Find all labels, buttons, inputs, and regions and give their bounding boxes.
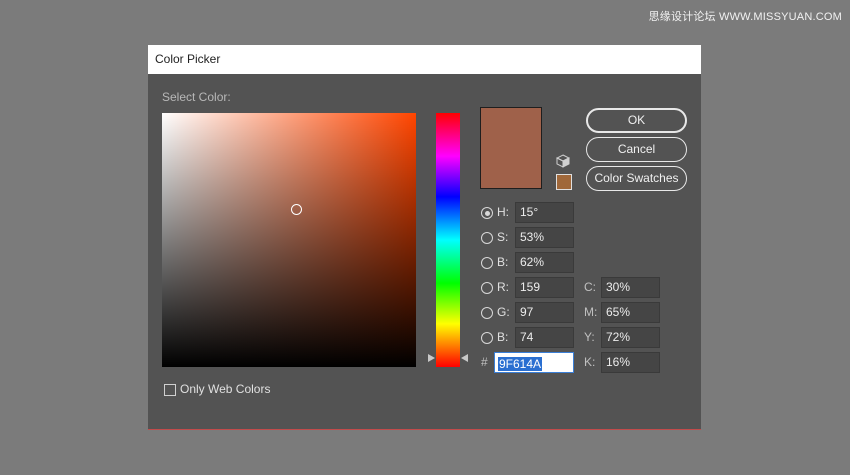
- web-safe-color-swatch[interactable]: [556, 174, 572, 190]
- hex-label: #: [481, 355, 488, 369]
- hue-slider[interactable]: [436, 113, 460, 367]
- hue-slider-right-arrow-icon[interactable]: [461, 354, 468, 362]
- hex-input[interactable]: 9F614A: [494, 352, 574, 373]
- hue-slider-left-arrow-icon[interactable]: [428, 354, 435, 362]
- color-picker-dialog: Color Picker Select Color: OK Cancel Col…: [148, 45, 701, 430]
- black-label: K:: [584, 355, 596, 369]
- only-web-colors-checkbox[interactable]: [164, 384, 176, 396]
- cyan-label: C:: [584, 280, 596, 294]
- color-swatches-button[interactable]: Color Swatches: [586, 166, 687, 191]
- magenta-label: M:: [584, 305, 598, 319]
- magenta-input[interactable]: 65%: [601, 302, 660, 323]
- hue-label: H:: [497, 205, 509, 219]
- dialog-title: Color Picker: [148, 45, 701, 74]
- color-preview-swatch: [480, 107, 542, 189]
- red-radio[interactable]: [481, 282, 493, 294]
- color-field-marker[interactable]: [291, 204, 302, 215]
- hex-input-value: 9F614A: [498, 357, 543, 371]
- watermark-text: 思缘设计论坛 WWW.MISSYUAN.COM: [648, 11, 842, 23]
- green-input[interactable]: 97: [515, 302, 574, 323]
- black-input[interactable]: 16%: [601, 352, 660, 373]
- brightness-label: B:: [497, 255, 509, 269]
- saturation-radio[interactable]: [481, 232, 493, 244]
- green-label: G:: [497, 305, 510, 319]
- brightness-input[interactable]: 62%: [515, 252, 574, 273]
- green-radio[interactable]: [481, 307, 493, 319]
- color-field[interactable]: [162, 113, 416, 367]
- select-color-label: Select Color:: [162, 90, 231, 104]
- hue-input[interactable]: 15°: [515, 202, 574, 223]
- yellow-label: Y:: [584, 330, 595, 344]
- cyan-input[interactable]: 30%: [601, 277, 660, 298]
- out-of-web-gamut-cube-icon[interactable]: [555, 154, 571, 168]
- red-label: R:: [497, 280, 509, 294]
- ok-button[interactable]: OK: [586, 108, 687, 133]
- saturation-input[interactable]: 53%: [515, 227, 574, 248]
- red-input[interactable]: 159: [515, 277, 574, 298]
- blue-label: B:: [497, 330, 509, 344]
- brightness-radio[interactable]: [481, 257, 493, 269]
- only-web-colors-label: Only Web Colors: [180, 382, 271, 396]
- yellow-input[interactable]: 72%: [601, 327, 660, 348]
- cancel-button[interactable]: Cancel: [586, 137, 687, 162]
- blue-radio[interactable]: [481, 332, 493, 344]
- hue-radio[interactable]: [481, 207, 493, 219]
- blue-input[interactable]: 74: [515, 327, 574, 348]
- saturation-label: S:: [497, 230, 509, 244]
